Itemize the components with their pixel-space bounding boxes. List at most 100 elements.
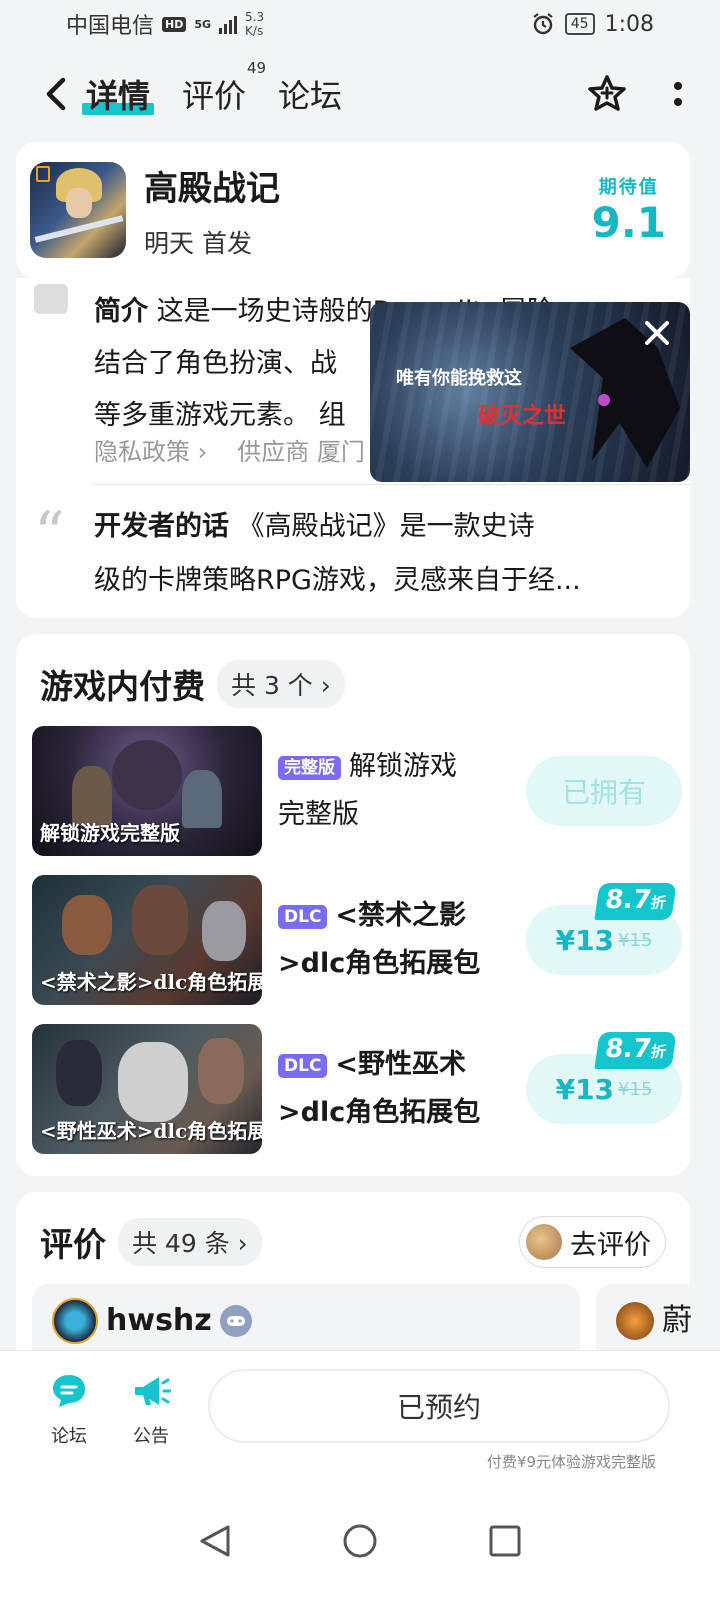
iap-name-line-2: >dlc角色拓展包 <box>278 1097 481 1128</box>
dlc-tag: DLC <box>278 904 328 929</box>
iap-name-line-1: <禁术之影 <box>335 900 467 931</box>
close-icon <box>645 321 669 345</box>
intro-doc-icon <box>34 284 68 314</box>
discount-unit: 折 <box>649 894 668 912</box>
original-price: ¥15 <box>618 929 653 951</box>
my-avatar <box>526 1224 562 1260</box>
full-version-tag: 完整版 <box>278 755 341 780</box>
video-caption-2: 破灭之世 <box>478 403 567 429</box>
reserved-button[interactable]: 已预约 <box>208 1369 670 1443</box>
status-bar: 中国电信 HD 5G 5.3 K/s 45 1:08 <box>0 0 720 48</box>
square-recents-icon <box>489 1525 521 1557</box>
tab-details[interactable]: 详情 <box>81 71 155 117</box>
reviews-count-button[interactable]: 共 49 条 › <box>118 1218 262 1266</box>
star-icon <box>588 75 626 111</box>
bottom-action-bar: 论坛 公告 已预约 付费¥9元体验游戏完整版 <box>0 1350 720 1486</box>
iap-count-button[interactable]: 共 3 个 › <box>217 660 345 708</box>
supplier-info: 供应商 厦门 <box>237 438 365 466</box>
intro-heading: 简介 <box>94 296 148 327</box>
expectation-score: 期待值 9.1 <box>592 173 666 247</box>
net-speed-value: 5.3 <box>245 10 265 24</box>
iap-thumbnail: <野性巫术>dlc角色拓展包 <box>32 1024 262 1154</box>
gamepad-icon <box>219 1305 252 1337</box>
game-title: 高殿战记 <box>144 168 280 209</box>
carrier-name: 中国电信 <box>66 14 155 39</box>
developer-words[interactable]: 开发者的话 《高殿战记》是一款史诗 级的卡牌策略RPG游戏，灵感来自于经... <box>94 500 654 608</box>
notice-button[interactable]: 公告 <box>116 1371 186 1448</box>
tab-forum[interactable]: 论坛 <box>278 71 342 117</box>
favorite-button[interactable] <box>586 73 628 115</box>
nav-recents-button[interactable] <box>488 1524 522 1562</box>
expectation-label: 期待值 <box>598 177 659 198</box>
iap-info: DLC <野性巫术 >dlc角色拓展包 <box>278 1041 498 1137</box>
notice-label: 公告 <box>133 1426 169 1447</box>
intro-links: 隐私政策 › 供应商 厦门 <box>94 432 365 467</box>
discount-value: 8.7 <box>603 885 654 915</box>
tab-reviews-count: 49 <box>246 59 267 77</box>
more-vertical-icon <box>674 82 682 106</box>
avatar[interactable] <box>616 1302 654 1340</box>
owned-button[interactable]: 已拥有 <box>526 756 682 826</box>
forum-chat-icon <box>53 1375 85 1407</box>
trial-note[interactable]: 付费¥9元体验游戏完整版 <box>487 1451 656 1472</box>
game-meta: 高殿战记 明天 首发 <box>144 161 592 260</box>
iap-name-line-1: <野性巫术 <box>335 1049 467 1080</box>
avatar[interactable] <box>52 1298 98 1344</box>
divider <box>94 484 690 485</box>
iap-item[interactable]: <野性巫术>dlc角色拓展包 DLC <野性巫术 >dlc角色拓展包 ¥13 ¥1… <box>32 1024 682 1154</box>
game-icon <box>30 162 126 258</box>
nav-home-button[interactable] <box>342 1523 378 1563</box>
triangle-back-icon <box>200 1525 230 1557</box>
iap-thumb-caption: <禁术之影>dlc角色拓展包 <box>40 970 262 994</box>
iap-name-line-2: 完整版 <box>278 799 359 830</box>
quote-icon: “ <box>34 499 65 569</box>
tab-reviews[interactable]: 评价 49 <box>182 59 266 117</box>
iap-item[interactable]: <禁术之影>dlc角色拓展包 DLC <禁术之影 >dlc角色拓展包 ¥13 ¥1… <box>32 875 682 1005</box>
close-video-button[interactable] <box>642 318 672 348</box>
more-menu-button[interactable] <box>672 79 684 109</box>
iap-info: DLC <禁术之影 >dlc角色拓展包 <box>278 892 498 988</box>
developer-words-heading: 开发者的话 <box>94 511 229 542</box>
net-speed: 5.3 K/s <box>245 10 264 38</box>
forum-button[interactable]: 论坛 <box>34 1371 104 1448</box>
write-review-label: 去评价 <box>570 1229 651 1261</box>
iap-name-line-2: >dlc角色拓展包 <box>278 948 481 979</box>
expectation-value: 9.1 <box>591 198 666 247</box>
buy-button[interactable]: ¥13 ¥15 8.7折 <box>526 883 682 975</box>
original-price: ¥15 <box>618 1078 653 1100</box>
iap-thumb-caption: 解锁游戏完整版 <box>40 821 180 845</box>
hd-badge: HD <box>162 16 187 32</box>
dlc-tag: DLC <box>278 1053 328 1078</box>
reviews-title: 评价 <box>40 1225 106 1264</box>
privacy-policy-link[interactable]: 隐私政策 › <box>94 432 207 467</box>
iap-name-line-1: 解锁游戏 <box>349 751 457 782</box>
review-username[interactable]: hwshz <box>106 1298 212 1344</box>
developer-words-line-1: 《高殿战记》是一款史诗 <box>237 511 535 542</box>
write-review-button[interactable]: 去评价 <box>519 1216 666 1268</box>
status-left: 中国电信 HD 5G 5.3 K/s <box>66 8 264 40</box>
system-nav-bar <box>0 1486 720 1600</box>
in-app-purchase-card: 游戏内付费 共 3 个 › 解锁游戏完整版 完整版 解锁游戏 完整版 已拥有 <禁… <box>16 634 690 1176</box>
forum-label: 论坛 <box>51 1426 87 1447</box>
current-price: ¥13 <box>555 1072 615 1106</box>
megaphone-icon <box>135 1377 172 1405</box>
floating-video-player[interactable]: 唯有你能挽救这 破灭之世 <box>370 302 690 482</box>
video-caption-1: 唯有你能挽救这 <box>396 368 522 389</box>
iap-thumbnail: <禁术之影>dlc角色拓展包 <box>32 875 262 1005</box>
developer-words-line-2: 级的卡牌策略RPG游戏，灵感来自于经... <box>94 565 581 596</box>
iap-title: 游戏内付费 <box>40 667 205 706</box>
nav-back-button[interactable] <box>198 1523 232 1563</box>
iap-item[interactable]: 解锁游戏完整版 完整版 解锁游戏 完整版 已拥有 <box>32 726 682 856</box>
clock: 1:08 <box>604 11 654 37</box>
discount-badge: 8.7折 <box>594 883 677 920</box>
buy-button[interactable]: ¥13 ¥15 8.7折 <box>526 1032 682 1124</box>
tab-bar: 详情 评价 49 论坛 <box>81 59 342 117</box>
discount-unit: 折 <box>649 1043 668 1061</box>
back-button[interactable] <box>36 76 76 112</box>
discount-value: 8.7 <box>603 1034 654 1064</box>
iap-thumbnail: 解锁游戏完整版 <box>32 726 262 856</box>
review-username[interactable]: 蔚 <box>662 1302 692 1340</box>
status-right: 45 1:08 <box>531 12 654 37</box>
battery-icon: 45 <box>564 13 595 35</box>
net-speed-unit: K/s <box>245 24 264 38</box>
